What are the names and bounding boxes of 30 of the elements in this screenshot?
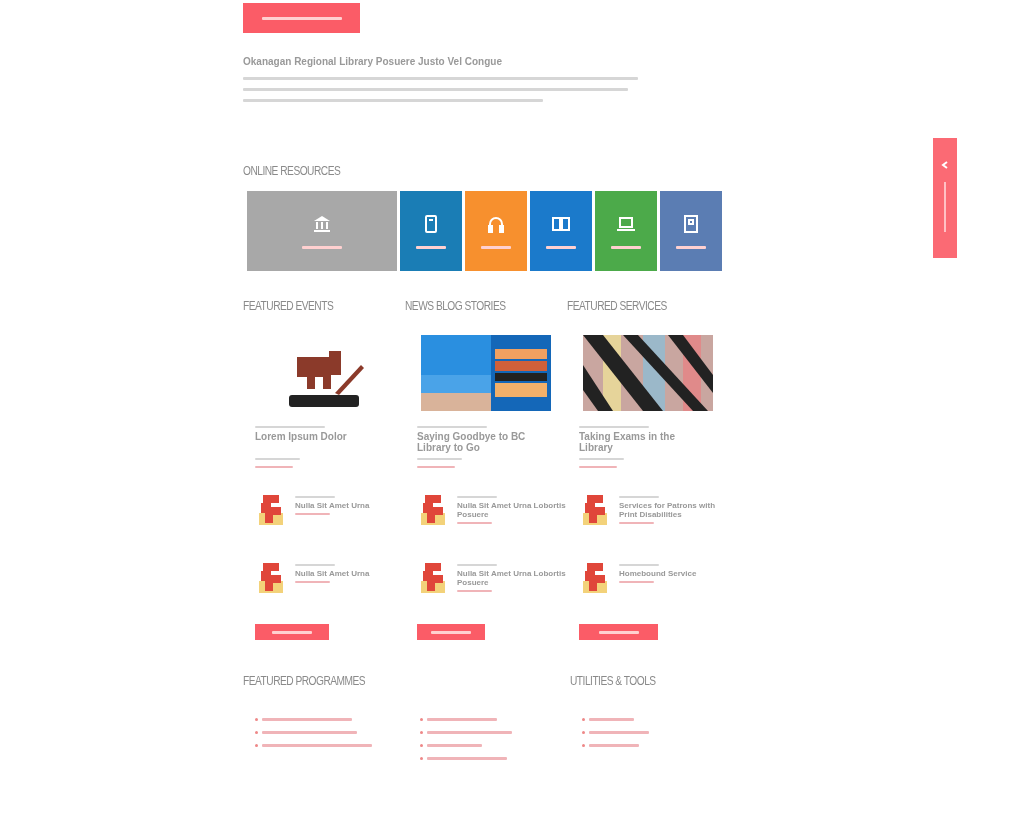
- item-title[interactable]: Homebound Service: [619, 569, 729, 578]
- section-heading: ONLINE RESOURCES: [243, 164, 342, 178]
- item-title[interactable]: Nulla Sit Amet Urna Lobortis Posuere: [457, 569, 567, 587]
- more-button[interactable]: [417, 624, 485, 640]
- library-building-icon: [312, 213, 332, 234]
- resource-tile[interactable]: [247, 191, 397, 271]
- resource-tile[interactable]: [400, 191, 462, 271]
- item-title[interactable]: Services for Patrons with Print Disabilities: [619, 501, 729, 519]
- intro-title: Okanagan Regional Library Posuere Justo Vel Congue: [243, 56, 503, 67]
- section-heading: FEATURED EVENTS: [243, 299, 335, 313]
- section-heading: UTILITIES & TOOLS: [570, 674, 657, 688]
- feature-title[interactable]: Taking Exams in the Library: [579, 431, 709, 455]
- more-button[interactable]: [579, 624, 658, 640]
- feature-title[interactable]: Saying Goodbye to BC Library to Go: [417, 431, 547, 455]
- resource-tile[interactable]: [595, 191, 657, 271]
- header-button[interactable]: [243, 3, 360, 33]
- document-icon: [681, 213, 701, 234]
- more-button[interactable]: [255, 624, 329, 640]
- resource-tile[interactable]: [660, 191, 722, 271]
- chevron-icon: [940, 160, 950, 170]
- section-heading: NEWS BLOG STORIES: [405, 299, 507, 313]
- resource-tile[interactable]: [465, 191, 527, 271]
- item-title[interactable]: Nulla Sit Amet Urna: [295, 501, 405, 510]
- section-heading: FEATURED SERVICES: [567, 299, 668, 313]
- item-title[interactable]: Nulla Sit Amet Urna: [295, 569, 405, 578]
- feature-title[interactable]: Lorem Ipsum Dolor: [255, 431, 385, 455]
- side-tab[interactable]: [933, 138, 957, 258]
- section-heading: FEATURED PROGRAMMES: [243, 674, 367, 688]
- resource-tile[interactable]: [530, 191, 592, 271]
- item-title[interactable]: Nulla Sit Amet Urna Lobortis Posuere: [457, 501, 567, 519]
